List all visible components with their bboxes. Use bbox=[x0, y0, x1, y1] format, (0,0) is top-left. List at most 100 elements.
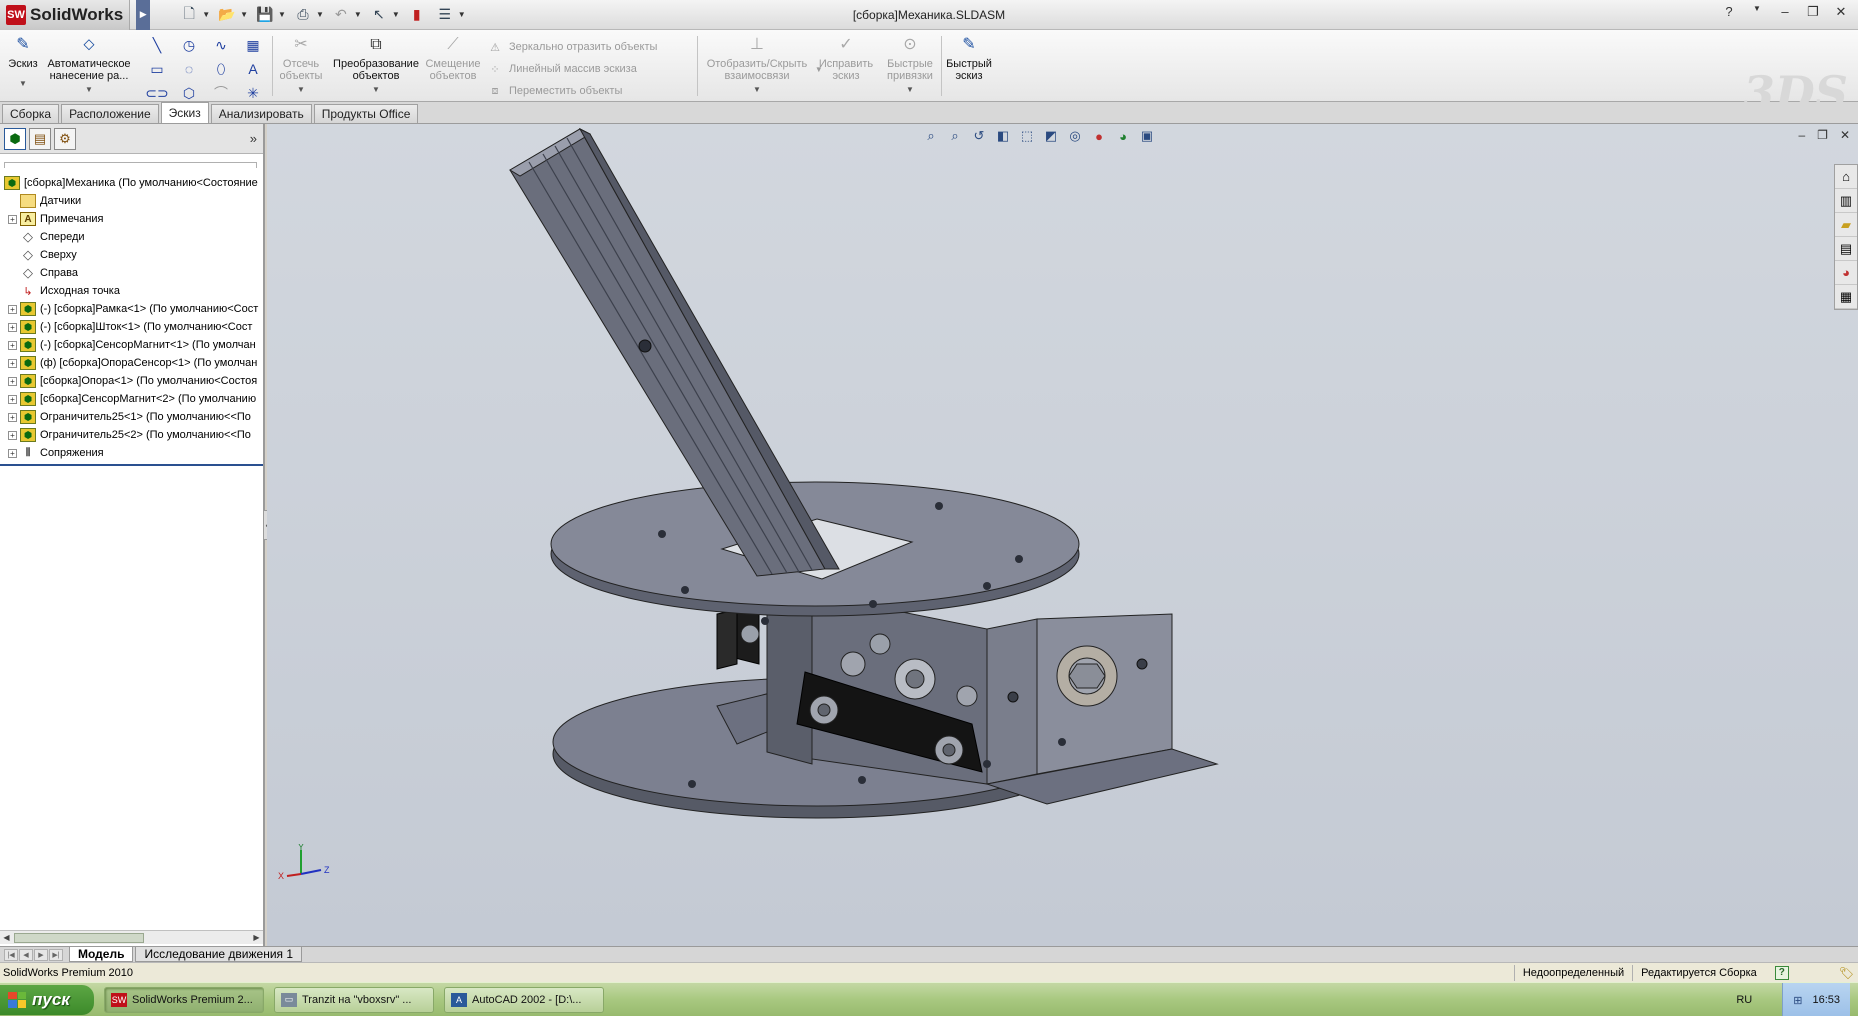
tree-item-component[interactable]: + ⬢ (-) [сборка]Шток<1> (По умолчанию<Сос… bbox=[0, 318, 263, 336]
expand-icon[interactable]: + bbox=[8, 412, 17, 422]
tree-item-component[interactable]: + ⬢ (-) [сборка]СенсорМагнит<1> (По умолч… bbox=[0, 336, 263, 354]
expand-icon[interactable]: + bbox=[8, 430, 17, 440]
assembly-3d-model[interactable] bbox=[267, 124, 1827, 946]
tab-evaluate[interactable]: Анализировать bbox=[210, 104, 312, 123]
tree-item-top-plane[interactable]: ◇ Сверху bbox=[0, 246, 263, 264]
tree-item-component[interactable]: + ⬢ (ф) [сборка]ОпораСенсор<1> (По умолча… bbox=[0, 354, 263, 372]
tree-item-mates[interactable]: + ⦀ Сопряжения bbox=[0, 444, 263, 462]
tree-item-right-plane[interactable]: ◇ Справа bbox=[0, 264, 263, 282]
line-icon[interactable]: ╲ bbox=[142, 34, 172, 56]
close-icon[interactable]: ✕ bbox=[1840, 128, 1850, 142]
last-tab-icon[interactable]: ▶| bbox=[49, 948, 63, 961]
rapid-sketch-button[interactable]: ✎ Быстрый эскиз bbox=[944, 34, 994, 83]
expand-icon[interactable]: + bbox=[8, 376, 17, 386]
trim-button[interactable]: ✂ Отсечь объекты ▼ bbox=[276, 34, 326, 96]
start-button[interactable]: пуск bbox=[0, 984, 94, 1015]
tree-item-annotations[interactable]: + A Примечания bbox=[0, 210, 263, 228]
tree-root-assembly[interactable]: ⬢ [сборка]Механика (По умолчанию<Состоян… bbox=[0, 174, 263, 192]
fillet-icon[interactable]: ⌒ bbox=[206, 82, 236, 104]
tree-item-component[interactable]: + ⬢ Ограничитель25<1> (По умолчанию<<По bbox=[0, 408, 263, 426]
chevron-down-icon[interactable]: ▼ bbox=[316, 10, 324, 19]
tree-item-component[interactable]: + ⬢ Ограничитель25<2> (По умолчанию<<По bbox=[0, 426, 263, 444]
custom-properties-icon[interactable]: ▦ bbox=[1835, 285, 1857, 309]
prev-tab-icon[interactable]: ◀ bbox=[19, 948, 33, 961]
chevron-down-icon[interactable]: ▼ bbox=[458, 10, 466, 19]
chevron-down-icon[interactable]: ▼ bbox=[46, 84, 132, 96]
undo-icon[interactable]: ↶ bbox=[330, 4, 352, 26]
circle-icon[interactable]: ◷ bbox=[174, 34, 204, 56]
tree-item-component[interactable]: + ⬢ [сборка]Опора<1> (По умолчанию<Состоя bbox=[0, 372, 263, 390]
smart-dimension-button[interactable]: ⬦ Автоматическое нанесение ра... ▼ bbox=[46, 34, 132, 96]
select-cursor-icon[interactable]: ↖ bbox=[368, 4, 390, 26]
rectangle-icon[interactable]: ▭ bbox=[142, 58, 172, 80]
slot-icon[interactable]: ⊂⊃ bbox=[142, 82, 172, 104]
spline-icon[interactable]: ∿ bbox=[206, 34, 236, 56]
taskbar-item-explorer[interactable]: ▭ Tranzit на "vboxsrv" ... bbox=[274, 986, 434, 1013]
chevron-down-icon[interactable]: ▼ bbox=[278, 10, 286, 19]
tag-icon[interactable]: 🏷 bbox=[1839, 966, 1854, 980]
expand-icon[interactable]: + bbox=[8, 304, 17, 314]
quick-snaps-button[interactable]: ⊙ Быстрые привязки ▼ bbox=[880, 34, 940, 96]
chevron-down-icon[interactable]: ▼ bbox=[6, 78, 40, 90]
appearances-icon[interactable]: ◕ bbox=[1835, 261, 1857, 285]
options-icon[interactable]: ☰ bbox=[434, 4, 456, 26]
open-folder-icon[interactable]: 📂 bbox=[216, 4, 238, 26]
save-icon[interactable]: 💾 bbox=[254, 4, 276, 26]
chevron-down-icon[interactable]: ▼ bbox=[880, 84, 940, 96]
polygon-icon[interactable]: ⬡ bbox=[174, 82, 204, 104]
feature-manager-tab-icon[interactable]: ⬢ bbox=[4, 127, 26, 150]
help-dropdown-icon[interactable]: ▼ bbox=[1748, 4, 1766, 20]
graphics-viewport[interactable]: ⌕ ⌕ ↺ ◧ ⬚ ◩ ◎ ● ◕ ▣ – ❐ ✕ ⌂ ▥ ▰ ▤ ◕ ▦ Y … bbox=[267, 124, 1858, 946]
tab-model[interactable]: Модель bbox=[69, 947, 134, 962]
point-icon[interactable]: ✳ bbox=[238, 82, 268, 104]
home-icon[interactable]: ⌂ bbox=[1835, 165, 1857, 189]
tree-item-component[interactable]: + ⬢ (-) [сборка]Рамка<1> (По умолчанию<Со… bbox=[0, 300, 263, 318]
design-library-icon[interactable]: ▥ bbox=[1835, 189, 1857, 213]
clock[interactable]: 16:53 bbox=[1812, 994, 1840, 1006]
expand-icon[interactable]: + bbox=[8, 322, 17, 332]
rebuild-traffic-light-icon[interactable]: ▮ bbox=[406, 4, 428, 26]
chevron-down-icon[interactable]: ▼ bbox=[276, 84, 326, 96]
rollback-bar[interactable] bbox=[0, 464, 263, 466]
chevron-down-icon[interactable]: ▼ bbox=[354, 10, 362, 19]
tree-item-front-plane[interactable]: ◇ Спереди bbox=[0, 228, 263, 246]
display-relations-button[interactable]: ⊥ Отобразить/Скрыть взаимосвязи ▼ bbox=[700, 34, 814, 96]
tab-office-products[interactable]: Продукты Office bbox=[313, 104, 419, 123]
tab-sketch[interactable]: Эскиз bbox=[160, 102, 209, 123]
offset-entities-button[interactable]: ⟋ Смещение объектов bbox=[424, 34, 482, 83]
chevron-down-icon[interactable]: ▼ bbox=[330, 84, 422, 96]
first-tab-icon[interactable]: |◀ bbox=[4, 948, 18, 961]
chevron-down-icon[interactable]: ▼ bbox=[392, 10, 400, 19]
new-document-icon[interactable]: 🗋 bbox=[178, 4, 200, 26]
scrollbar-thumb[interactable] bbox=[14, 933, 144, 943]
print-icon[interactable]: ⎙ bbox=[292, 4, 314, 26]
expand-panel-icon[interactable]: » bbox=[250, 131, 257, 146]
menu-flyout-arrow-icon[interactable]: ▶ bbox=[136, 0, 151, 30]
scroll-left-icon[interactable]: ◀ bbox=[0, 931, 13, 944]
chevron-down-icon[interactable]: ▼ bbox=[202, 10, 210, 19]
tab-layout[interactable]: Расположение bbox=[61, 104, 159, 123]
ellipse-icon[interactable]: ⬯ bbox=[206, 58, 236, 80]
tab-motion-study[interactable]: Исследование движения 1 bbox=[135, 947, 303, 962]
file-explorer-icon[interactable]: ▰ bbox=[1835, 213, 1857, 237]
help-icon[interactable]: ? bbox=[1774, 965, 1789, 980]
tree-filter[interactable] bbox=[4, 162, 257, 168]
expand-icon[interactable]: + bbox=[8, 448, 17, 458]
tree-item-origin[interactable]: ↳ Исходная точка bbox=[0, 282, 263, 300]
expand-icon[interactable]: + bbox=[8, 358, 17, 368]
convert-entities-button[interactable]: ⧉ Преобразование объектов ▼ bbox=[330, 34, 422, 96]
tab-assembly[interactable]: Сборка bbox=[2, 104, 60, 123]
next-tab-icon[interactable]: ▶ bbox=[34, 948, 48, 961]
tree-horizontal-scrollbar[interactable]: ◀ ▶ bbox=[0, 930, 263, 944]
expand-icon[interactable]: + bbox=[8, 214, 17, 224]
repair-sketch-button[interactable]: ✓ Исправить эскиз bbox=[816, 34, 876, 83]
sketch-button[interactable]: ✎ Эскиз ▼ bbox=[6, 34, 40, 90]
close-icon[interactable]: ✕ bbox=[1832, 4, 1850, 20]
taskbar-item-solidworks[interactable]: SW SolidWorks Premium 2... bbox=[104, 986, 264, 1013]
chevron-down-icon[interactable]: ▼ bbox=[700, 84, 814, 96]
tree-item-sensors[interactable]: Датчики bbox=[0, 192, 263, 210]
taskbar-item-autocad[interactable]: A AutoCAD 2002 - [D:\... bbox=[444, 986, 604, 1013]
arc-icon[interactable]: ◌ bbox=[174, 58, 204, 80]
text-icon[interactable]: A bbox=[238, 58, 268, 80]
expand-icon[interactable]: + bbox=[8, 394, 17, 404]
